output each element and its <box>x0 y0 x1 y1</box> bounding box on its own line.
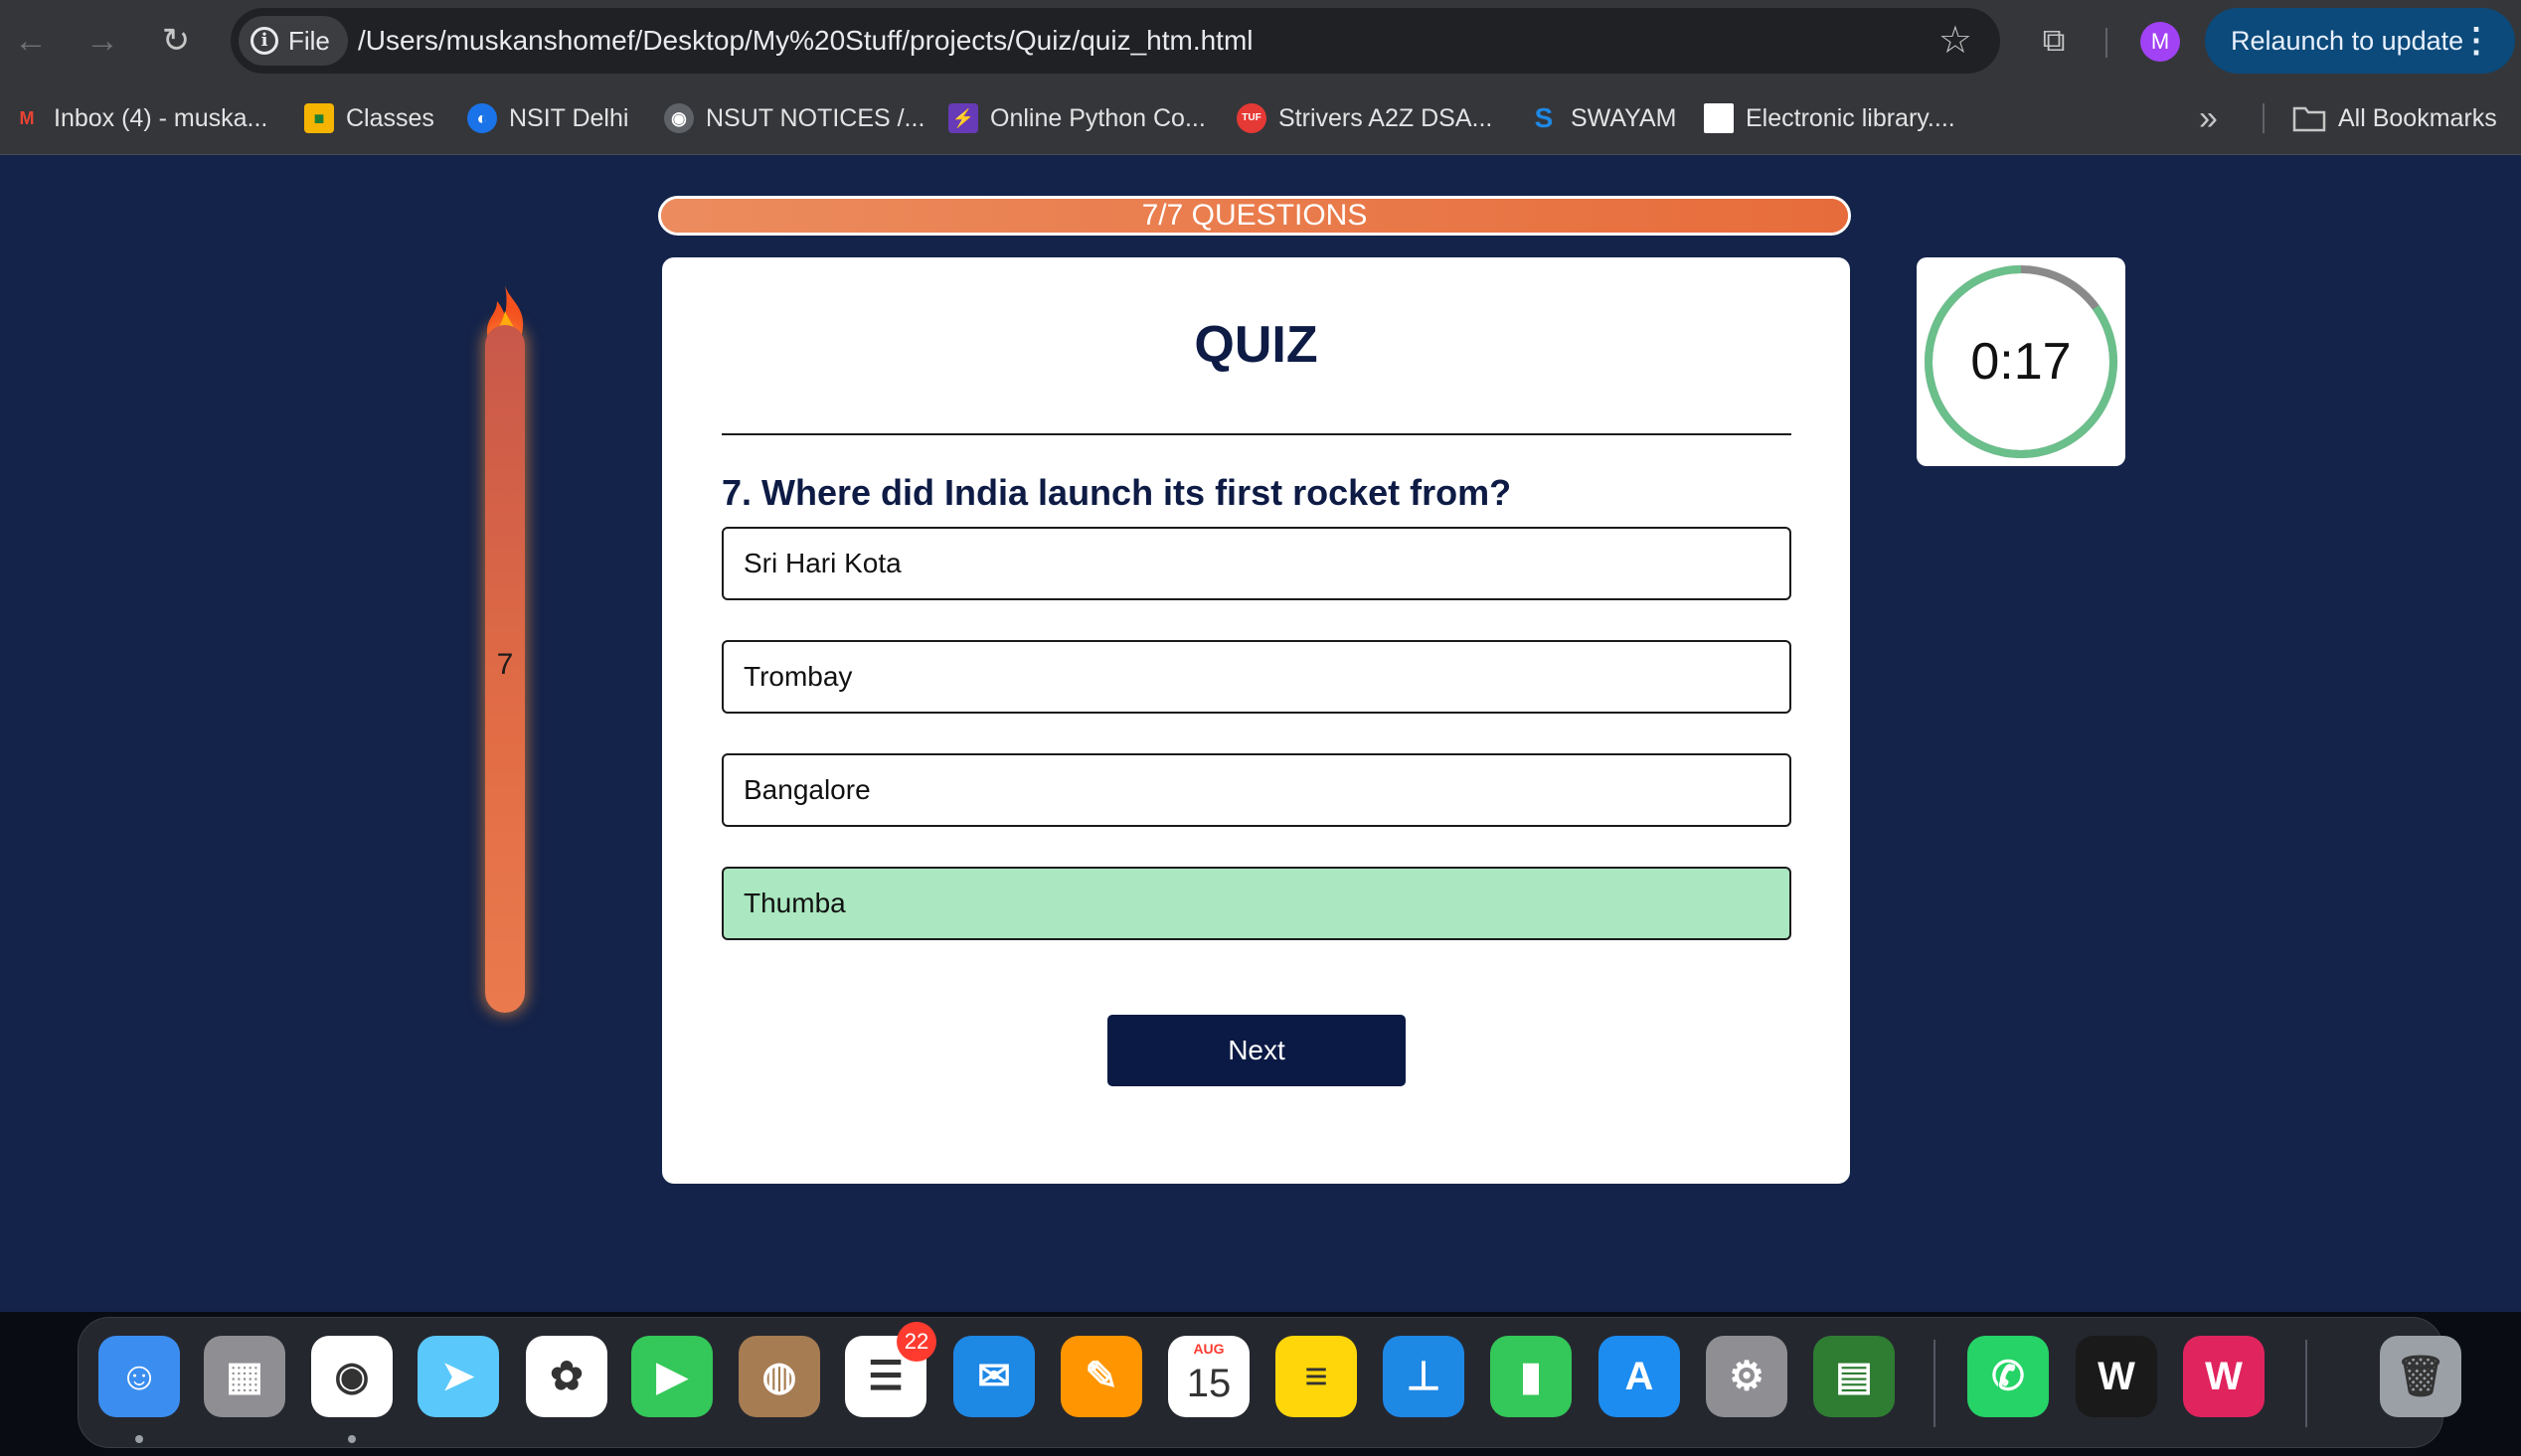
pages-icon[interactable]: ✎ <box>1061 1336 1142 1417</box>
tuf-icon: TUF <box>1237 103 1266 133</box>
bookmark-label: NSUT NOTICES /... <box>706 104 925 132</box>
answer-option[interactable]: Sri Hari Kota <box>722 527 1791 600</box>
bookmark-item[interactable]: S SWAYAM <box>1529 81 1677 155</box>
classroom-icon: ■ <box>304 103 334 133</box>
notes-icon[interactable]: ≡ <box>1275 1336 1357 1417</box>
app-store-icon[interactable]: A <box>1598 1336 1680 1417</box>
bookmark-item[interactable]: ■ Classes <box>304 81 434 155</box>
question-text: 7. Where did India launch its first rock… <box>722 472 1512 513</box>
answer-option-correct[interactable]: Thumba <box>722 867 1791 940</box>
chrome-icon[interactable]: ◉ <box>311 1336 393 1417</box>
bookmark-label: Classes <box>346 104 434 132</box>
quiz-title: QUIZ <box>1194 316 1318 374</box>
scheme-label: File <box>288 26 330 56</box>
maps-icon[interactable]: ➤ <box>418 1336 499 1417</box>
profile-avatar[interactable]: M <box>2140 22 2180 62</box>
running-indicator <box>135 1435 143 1443</box>
relaunch-label: Relaunch to update <box>2231 26 2464 56</box>
wps-office-icon[interactable]: W <box>2183 1336 2265 1417</box>
streak-meter: 7 <box>485 325 525 1013</box>
page-icon <box>1704 103 1734 133</box>
toolbar-divider <box>2105 28 2107 58</box>
trash-icon[interactable]: 🗑 <box>2380 1336 2461 1417</box>
all-bookmarks-button[interactable]: All Bookmarks <box>2292 81 2497 155</box>
bolt-icon: ⚡ <box>948 103 978 133</box>
progress-label: 7/7 QUESTIONS <box>1141 199 1368 232</box>
next-button[interactable]: Next <box>1107 1015 1406 1086</box>
circuit-board-icon[interactable]: ▤ <box>1813 1336 1895 1417</box>
bookmark-label: Strivers A2Z DSA... <box>1278 104 1493 132</box>
dock-divider <box>1933 1340 1935 1427</box>
nsit-icon: ◐ <box>467 103 497 133</box>
bookmark-label: Online Python Co... <box>990 104 1206 132</box>
bookmark-label: NSIT Delhi <box>509 104 629 132</box>
countdown-timer: 0:17 <box>1917 257 2125 466</box>
reload-icon[interactable]: ↻ <box>155 20 197 62</box>
numbers-icon[interactable]: ▮ <box>1490 1336 1572 1417</box>
extensions-icon[interactable]: ⧉ <box>2034 20 2074 60</box>
bookmark-item[interactable]: ◉ NSUT NOTICES /... <box>664 81 924 155</box>
swayam-icon: S <box>1534 102 1554 133</box>
gmail-icon: M <box>19 108 35 128</box>
folder-icon <box>2292 106 2326 132</box>
launchpad-icon[interactable]: ▦ <box>204 1336 285 1417</box>
calendar-icon[interactable]: 15 AUG <box>1168 1336 1250 1417</box>
info-icon: i <box>251 27 278 55</box>
quiz-card: QUIZ 7. Where did India launch its first… <box>662 257 1850 1184</box>
more-bookmarks-icon[interactable]: » <box>2199 81 2218 155</box>
globe-icon: ◉ <box>664 103 694 133</box>
contacts-icon[interactable]: ◍ <box>739 1336 820 1417</box>
running-indicator <box>348 1435 356 1443</box>
bookmark-label: Electronic library.... <box>1746 104 1955 132</box>
title-divider <box>722 433 1791 435</box>
quiz-page: 7/7 QUESTIONS 7 QUIZ 7. Where did India … <box>0 156 2521 1312</box>
answer-option[interactable]: Bangalore <box>722 753 1791 827</box>
bookmark-star-icon[interactable]: ☆ <box>1938 18 1972 64</box>
calendar-month-label: AUG <box>1193 1341 1225 1357</box>
keynote-icon[interactable]: ⊥ <box>1383 1336 1464 1417</box>
facetime-icon[interactable]: ▶ <box>631 1336 713 1417</box>
bookmark-item[interactable]: ◐ NSIT Delhi <box>467 81 628 155</box>
bookmark-item[interactable]: ⚡ Online Python Co... <box>948 81 1206 155</box>
browser-toolbar: ← → ↻ i File /Users/muskanshomef/Desktop… <box>0 0 2521 81</box>
dock: ☺ ▦ ◉ ➤ ✿ ▶ ◍ ☰ 22 ✉ ✎ 15 AUG ≡ ⊥ ▮ A ⚙ ▤ ✆ W W 🗑 <box>78 1317 2461 1448</box>
site-info-chip[interactable]: i File <box>239 16 348 66</box>
forward-icon[interactable]: → <box>82 20 123 62</box>
timer-text: 0:17 <box>1970 333 2072 391</box>
dock-divider <box>2305 1340 2307 1427</box>
bookmark-label: SWAYAM <box>1571 104 1677 132</box>
question-progress-bar: 7/7 QUESTIONS <box>658 196 1851 236</box>
reminders-icon[interactable]: ☰ 22 <box>845 1322 936 1417</box>
back-icon[interactable]: ← <box>10 20 52 62</box>
streak-count: 7 <box>496 648 514 681</box>
webex-icon[interactable]: W <box>2076 1336 2157 1417</box>
bookmark-item[interactable]: M Inbox (4) - muska... <box>12 81 268 155</box>
whatsapp-icon[interactable]: ✆ <box>1967 1336 2049 1417</box>
menu-kebab-icon[interactable]: ⋮ <box>2459 8 2493 74</box>
mail-icon[interactable]: ✉ <box>953 1336 1035 1417</box>
bookmarks-divider <box>2263 103 2265 133</box>
relaunch-button[interactable]: Relaunch to update ⋮ <box>2205 8 2515 74</box>
bookmark-item[interactable]: Electronic library.... <box>1704 81 1955 155</box>
all-bookmarks-label: All Bookmarks <box>2338 104 2497 132</box>
bookmarks-bar: M Inbox (4) - muska... ■ Classes ◐ NSIT … <box>0 81 2521 155</box>
system-settings-icon[interactable]: ⚙ <box>1706 1336 1787 1417</box>
photos-icon[interactable]: ✿ <box>526 1336 607 1417</box>
notification-badge: 22 <box>897 1322 936 1362</box>
finder-icon[interactable]: ☺ <box>98 1336 180 1417</box>
address-bar[interactable]: i File /Users/muskanshomef/Desktop/My%20… <box>231 8 2000 74</box>
answer-option[interactable]: Trombay <box>722 640 1791 714</box>
bookmark-item[interactable]: TUF Strivers A2Z DSA... <box>1237 81 1492 155</box>
url-text[interactable]: /Users/muskanshomef/Desktop/My%20Stuff/p… <box>358 8 1254 74</box>
bookmark-label: Inbox (4) - muska... <box>54 104 268 132</box>
